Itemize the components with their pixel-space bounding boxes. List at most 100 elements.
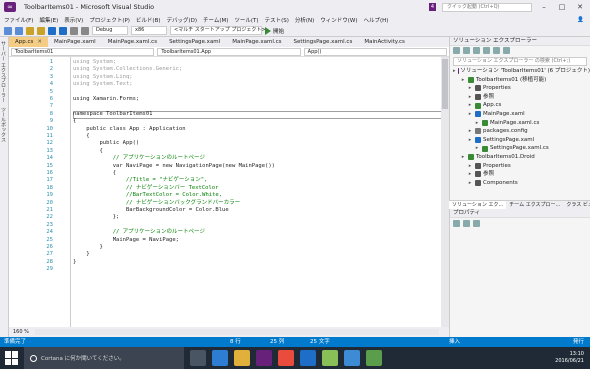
tree-item[interactable]: ▸ Properties [450,162,590,171]
project-select[interactable]: ToolbarItems01 [11,48,155,56]
save-all-icon[interactable] [59,26,67,35]
tab-mainactivity-cs[interactable]: MainActivity.cs [358,37,411,47]
tree-item[interactable]: ▸ Properties [450,84,590,93]
menu-build[interactable]: ビルド(B) [136,16,161,24]
member-select[interactable]: App() [303,48,447,56]
menu-help[interactable]: ヘルプ(H) [364,16,389,24]
expand-arrow-icon[interactable]: ▸ [467,179,473,188]
menu-view[interactable]: 表示(V) [64,16,83,24]
clock[interactable]: 13:10 2016/06/21 [555,351,584,365]
tab-class-view[interactable]: クラス ビュー [563,201,590,209]
menu-file[interactable]: ファイル(F) [4,16,33,24]
quick-launch-input[interactable]: クイック起動 (Ctrl+Q) [442,2,532,12]
close-tab-icon[interactable]: ✕ [37,37,42,47]
menu-team[interactable]: チーム(M) [203,16,228,24]
tree-item[interactable]: ▸ SettingsPage.xaml.cs [450,144,590,153]
expand-arrow-icon[interactable]: ▸ [467,127,473,136]
alphabetical-icon[interactable] [463,220,470,227]
tab-solution-explorer[interactable]: ソリューション エク... [449,201,507,209]
task-view-icon[interactable] [190,350,206,366]
redo-icon[interactable] [81,26,89,35]
undo-icon[interactable] [70,26,78,35]
menu-analyze[interactable]: 分析(N) [295,16,314,24]
tree-item[interactable]: ▸ ソリューション 'ToolbarItems01' (6 プロジェクト) [450,67,590,76]
tree-item[interactable]: ▸ ToolbarItems01.Droid [450,153,590,162]
categorized-icon[interactable] [453,220,460,227]
expand-arrow-icon[interactable]: ▸ [460,153,466,162]
tree-item[interactable]: ▸ MainPage.xaml [450,110,590,119]
expand-arrow-icon[interactable]: ▸ [474,144,480,153]
expand-arrow-icon[interactable]: ▸ [474,119,480,128]
refresh-icon[interactable] [483,47,490,54]
minimize-button[interactable]: – [538,2,550,12]
expand-arrow-icon[interactable]: ▸ [453,67,456,76]
tab-app-cs[interactable]: App.cs ✕ [9,37,48,47]
menu-edit[interactable]: 編集(E) [39,16,58,24]
platform-select[interactable]: x86 [131,26,167,35]
expand-arrow-icon[interactable]: ▸ [467,101,473,110]
maximize-button[interactable]: □ [556,2,568,12]
app-icon[interactable] [300,350,316,366]
scrollbar-thumb[interactable] [442,59,448,109]
user-avatar-icon[interactable]: 👤 [577,17,584,23]
tree-item[interactable]: ▸ 参照 [450,93,590,102]
collapse-all-icon[interactable] [493,47,500,54]
back-icon[interactable] [453,47,460,54]
open-folder-icon[interactable] [37,26,45,35]
expand-arrow-icon[interactable]: ▸ [467,170,473,179]
property-pages-icon[interactable] [473,220,480,227]
close-button[interactable]: ✕ [574,2,586,12]
app-icon[interactable] [344,350,360,366]
vertical-scrollbar[interactable] [441,57,449,327]
app-icon[interactable] [366,350,382,366]
back-icon[interactable] [4,26,12,35]
tree-item[interactable]: ▸ 参照 [450,170,590,179]
file-explorer-icon[interactable] [234,350,250,366]
forward-icon[interactable] [15,26,23,35]
tree-item[interactable]: ▸ ToolbarItems01 (移植可能) [450,76,590,85]
home-icon[interactable] [473,47,480,54]
menu-project[interactable]: プロジェクト(P) [89,16,130,24]
zoom-level[interactable]: 160 % [13,329,29,335]
configuration-select[interactable]: Debug [92,26,128,35]
menu-window[interactable]: ウィンドウ(W) [320,16,357,24]
properties-icon[interactable] [503,47,510,54]
menu-test[interactable]: テスト(S) [265,16,289,24]
horizontal-scrollbar[interactable] [34,329,439,335]
tree-item[interactable]: ▸ App.cs [450,101,590,110]
class-select[interactable]: ToolbarItems01.App [157,48,301,56]
tree-item[interactable]: ▸ MainPage.xaml.cs [450,119,590,128]
notification-flag-icon[interactable]: 4 [428,3,436,11]
tab-mainpage-xaml[interactable]: MainPage.xaml [48,37,102,47]
windows-start-icon[interactable] [5,351,19,365]
server-explorer-tab[interactable]: サーバー エクスプローラー [0,37,7,103]
tab-mainpage-xaml-cs-2[interactable]: MainPage.xaml.cs [226,37,287,47]
tab-settingspage-xaml-cs[interactable]: SettingsPage.xaml.cs [288,37,359,47]
forward-icon[interactable] [463,47,470,54]
expand-arrow-icon[interactable]: ▸ [467,136,473,145]
tab-mainpage-xaml-cs[interactable]: MainPage.xaml.cs [102,37,163,47]
code-editor[interactable]: 1 using System; 2 using System.Collections.… [9,57,450,327]
new-project-icon[interactable] [26,26,34,35]
publish-button[interactable]: 発行 [573,337,584,347]
save-icon[interactable] [48,26,56,35]
start-button[interactable]: 開始 [265,26,284,35]
cortana-search-box[interactable]: Cortana に何か聞いてください。 [24,347,184,369]
edge-icon[interactable] [212,350,228,366]
tree-item[interactable]: ▸ SettingsPage.xaml [450,136,590,145]
tree-item[interactable]: ▸ Components [450,179,590,188]
expand-arrow-icon[interactable]: ▸ [467,162,473,171]
menu-debug[interactable]: デバッグ(D) [167,16,198,24]
chrome-icon[interactable] [278,350,294,366]
tab-team-explorer[interactable]: チーム エクスプロー... [506,201,563,209]
tree-item[interactable]: ▸ packages.config [450,127,590,136]
toolbox-tab[interactable]: ツールボックス [0,103,7,142]
tab-settingspage-xaml[interactable]: SettingsPage.xaml [163,37,226,47]
menu-tools[interactable]: ツール(T) [234,16,258,24]
visual-studio-taskbar-icon[interactable] [256,350,272,366]
android-emulator-icon[interactable] [322,350,338,366]
expand-arrow-icon[interactable]: ▸ [467,84,473,93]
expand-arrow-icon[interactable]: ▸ [467,110,473,119]
expand-arrow-icon[interactable]: ▸ [467,93,473,102]
startup-project-select[interactable]: <マルチ スタートアップ プロジェクト> [170,26,266,35]
